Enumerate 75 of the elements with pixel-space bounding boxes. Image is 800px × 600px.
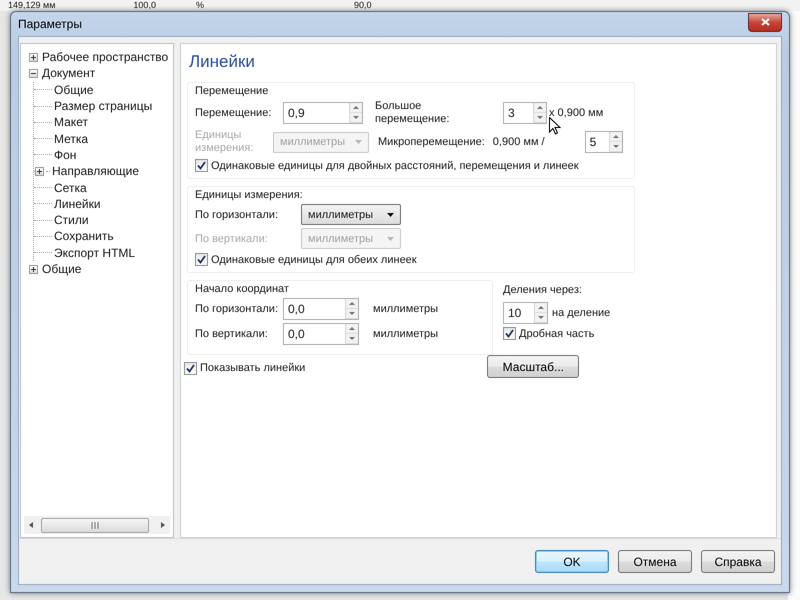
toolbar-value: 100,0 — [133, 0, 156, 11]
checkbox-label[interactable]: Дробная часть — [519, 328, 594, 340]
arrow-left-icon — [29, 522, 33, 528]
field-label: По вертикали: — [195, 232, 269, 244]
collapse-icon[interactable] — [29, 68, 38, 78]
tree-item[interactable]: Рабочее пространство — [42, 50, 168, 64]
tree-item[interactable]: Метка — [54, 132, 88, 146]
checkbox[interactable] — [184, 362, 197, 374]
field-label: Единицы измерения: — [195, 129, 254, 155]
spin-down-button[interactable] — [346, 334, 358, 344]
tree-item[interactable]: Размер страницы — [54, 99, 152, 114]
field-label: По горизонтали: — [195, 302, 279, 316]
spin-down-button[interactable] — [534, 113, 546, 123]
field-label: Деления через: — [503, 284, 583, 296]
toolbar-value: % — [196, 0, 204, 11]
field-label: Большое перемещение: — [375, 100, 450, 126]
tree-item[interactable]: Общие — [42, 262, 82, 276]
page-title: Линейки — [189, 52, 256, 72]
caret-icon — [355, 140, 362, 144]
group-title: Начало координат — [195, 283, 290, 295]
tree-item[interactable]: Общие — [54, 82, 94, 97]
field-label: миллиметры — [373, 303, 438, 315]
scrollbar-thumb[interactable] — [41, 518, 149, 532]
checkbox[interactable] — [195, 253, 208, 266]
spin-box[interactable]: 0,0 — [283, 298, 359, 320]
mouse-cursor-icon — [549, 117, 561, 135]
caret-icon — [387, 212, 394, 216]
field-label: на деление — [552, 307, 610, 319]
toolbar-value: 90,0 — [354, 0, 372, 11]
checkbox-label[interactable]: Одинаковые единицы для обеих линеек — [211, 254, 417, 266]
group-title: Перемещение — [195, 85, 270, 97]
dialog-button[interactable]: Отмена — [618, 550, 692, 573]
checkbox-label[interactable]: Одинаковые единицы для двойных расстояний, перемещения и линеек — [211, 160, 579, 172]
checkbox[interactable] — [195, 159, 208, 172]
field-label: По горизонтали: — [195, 208, 279, 220]
spin-down-button[interactable] — [350, 113, 362, 123]
spin-down-button[interactable] — [610, 142, 622, 152]
spin-down-button[interactable] — [535, 313, 547, 323]
field-label: Перемещение: — [195, 107, 272, 119]
expand-icon[interactable] — [29, 264, 38, 274]
arrow-right-icon — [161, 522, 165, 528]
spin-down-button[interactable] — [346, 309, 358, 319]
spin-box[interactable]: 5 — [584, 131, 623, 153]
tree-item[interactable]: Фон — [54, 148, 76, 162]
tree-item[interactable]: Документ — [42, 66, 96, 80]
checkbox-label[interactable]: Показывать линейки — [200, 362, 306, 374]
field-label: x 0,900 мм — [549, 107, 604, 119]
tree-item[interactable]: Линейки — [54, 196, 101, 211]
expand-icon[interactable] — [29, 52, 38, 62]
dialog-button[interactable]: OK — [535, 550, 609, 573]
caret-icon — [387, 236, 394, 240]
expand-icon[interactable] — [35, 166, 44, 176]
group-title: Единицы измерения: — [195, 189, 304, 201]
tree-item[interactable]: Направляющие — [52, 164, 140, 178]
window-title: Параметры — [18, 17, 82, 31]
field-label: миллиметры — [373, 328, 438, 340]
tree-item[interactable]: Сетка — [54, 180, 87, 195]
scale-button[interactable]: Масштаб... — [487, 355, 580, 378]
field-label: По вертикали: — [195, 328, 269, 340]
dropdown[interactable]: миллиметры — [301, 204, 401, 225]
checkbox[interactable] — [503, 327, 516, 340]
close-icon — [760, 18, 770, 26]
tree-item[interactable]: Сохранить — [54, 229, 114, 244]
dialog-button[interactable]: Справка — [701, 550, 775, 573]
tree-item[interactable]: Макет — [54, 115, 88, 130]
spin-box[interactable]: 3 — [503, 102, 547, 124]
toolbar-value: 149,129 мм — [8, 0, 56, 11]
tree-item[interactable]: Экспорт HTML — [54, 246, 136, 260]
field-label: 0,900 мм / — [492, 136, 545, 148]
spin-box[interactable]: 10 — [503, 302, 548, 324]
spin-box[interactable]: 0,0 — [283, 323, 359, 345]
close-button[interactable] — [748, 12, 782, 32]
tree-item[interactable]: Стили — [54, 213, 89, 228]
field-label: Микроперемещение: — [378, 136, 485, 148]
spin-box[interactable]: 0,9 — [283, 102, 363, 124]
